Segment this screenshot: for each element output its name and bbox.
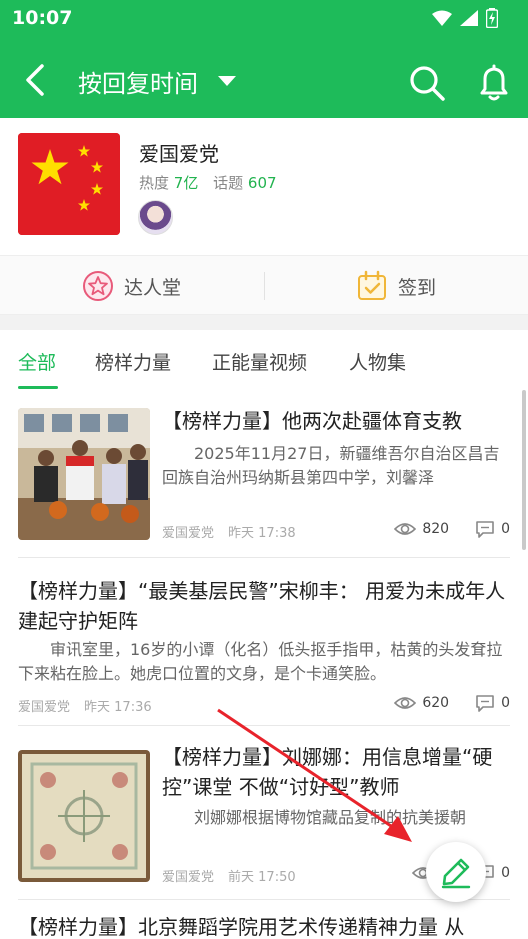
- post-item[interactable]: 【榜样力量】他两次赴疆体育支教 2025年11月27日，新疆维吾尔自治区昌吉回族…: [0, 390, 528, 558]
- sort-title[interactable]: 按回复时间: [78, 64, 198, 99]
- back-arrow-icon[interactable]: [22, 62, 52, 98]
- status-icons: [432, 8, 498, 28]
- post-title[interactable]: 【榜样力量】刘娜娜：用信息增量“硬控”课堂 不做“讨好型”教师: [162, 742, 510, 802]
- eye-icon: [394, 523, 417, 535]
- post-excerpt: 审讯室里，16岁的小谭（化名）低头抠手指甲，枯黄的头发耷拉下来粘在脸上。她虎口位…: [18, 640, 503, 683]
- view-count: 620: [422, 695, 450, 711]
- compose-post-button[interactable]: [426, 842, 486, 902]
- calendar-check-icon: [358, 270, 386, 300]
- topics-value: 607: [247, 174, 277, 192]
- comment-icon: [476, 521, 494, 538]
- topics-label: 话题: [213, 174, 244, 192]
- post-meta: 爱国爱党 昨天 17:38: [162, 522, 296, 541]
- actions-divider: [264, 272, 265, 300]
- status-bar: 10:07: [0, 0, 528, 38]
- post-title[interactable]: 【榜样力量】他两次赴疆体育支教: [162, 406, 510, 436]
- eye-icon: [394, 697, 417, 709]
- section-gap: [0, 315, 528, 330]
- post-meta: 爱国爱党 前天 17:50: [162, 866, 296, 885]
- signal-icon: [460, 10, 478, 26]
- post-meta: 爱国爱党 昨天 17:36: [18, 696, 152, 715]
- pencil-icon: [441, 858, 471, 889]
- post-item[interactable]: 【榜样力量】北京舞蹈学院用艺术传递精神力量 从: [0, 900, 528, 939]
- view-count: 820: [422, 521, 450, 537]
- forum-actions: 达人堂 签到: [0, 255, 528, 315]
- tab-all[interactable]: 全部: [18, 348, 56, 375]
- post-stats: 620 0: [394, 694, 510, 712]
- checkin-button[interactable]: 签到: [356, 256, 436, 316]
- post-title[interactable]: 【榜样力量】北京舞蹈学院用艺术传递精神力量 从: [18, 912, 518, 939]
- post-stats: 820 0: [394, 520, 510, 538]
- post-thumbnail: [18, 750, 150, 882]
- comment-count: 0: [501, 521, 510, 537]
- heat-value: 7亿: [173, 174, 199, 192]
- moderator-avatar[interactable]: [138, 200, 173, 235]
- wifi-icon: [432, 10, 452, 26]
- comment-count: 0: [501, 865, 510, 881]
- checkin-label: 签到: [398, 276, 437, 299]
- post-author: 爱国爱党: [162, 526, 215, 541]
- tab-bar: 全部 榜样力量 正能量视频 人物集: [0, 330, 528, 390]
- post-time: 昨天 17:36: [84, 700, 152, 715]
- forum-header: 爱国爱党 热度 7亿 话题 607: [0, 118, 528, 255]
- post-time: 昨天 17:38: [228, 526, 296, 541]
- post-excerpt: 刘娜娜根据博物馆藏品复制的抗美援朝: [194, 808, 467, 827]
- search-icon[interactable]: [408, 64, 446, 102]
- post-thumbnail: [18, 408, 150, 540]
- comment-count: 0: [501, 695, 510, 711]
- battery-icon: [486, 8, 498, 28]
- post-author: 爱国爱党: [162, 870, 215, 885]
- active-tab-indicator: [18, 386, 58, 389]
- talent-hall-button[interactable]: 达人堂: [82, 256, 181, 316]
- bell-icon[interactable]: [476, 64, 512, 102]
- post-time: 前天 17:50: [228, 870, 296, 885]
- tab-role-models[interactable]: 榜样力量: [95, 348, 171, 375]
- forum-name: 爱国爱党: [139, 142, 219, 166]
- scrollbar[interactable]: [522, 390, 526, 550]
- post-item[interactable]: 【榜样力量】“最美基层民警”宋柳丰： 用爱为未成年人建起守护矩阵 审讯室里，16…: [0, 558, 528, 726]
- post-author: 爱国爱党: [18, 700, 71, 715]
- comment-icon: [476, 695, 494, 712]
- talent-hall-label: 达人堂: [124, 276, 182, 299]
- tab-people[interactable]: 人物集: [349, 348, 406, 375]
- dropdown-triangle-icon[interactable]: [218, 76, 236, 86]
- heat-label: 热度: [139, 174, 170, 192]
- app-bar: 按回复时间: [0, 38, 528, 118]
- forum-stats: 热度 7亿 话题 607: [139, 172, 277, 193]
- star-badge-icon: [83, 271, 113, 301]
- post-title[interactable]: 【榜样力量】“最美基层民警”宋柳丰： 用爱为未成年人建起守护矩阵: [18, 576, 510, 636]
- post-excerpt: 2025年11月27日，新疆维吾尔自治区昌吉回族自治州玛纳斯县第四中学，刘馨泽: [162, 444, 500, 487]
- tab-positive-videos[interactable]: 正能量视频: [212, 348, 307, 375]
- status-time: 10:07: [12, 7, 73, 29]
- forum-flag-image: [18, 133, 120, 235]
